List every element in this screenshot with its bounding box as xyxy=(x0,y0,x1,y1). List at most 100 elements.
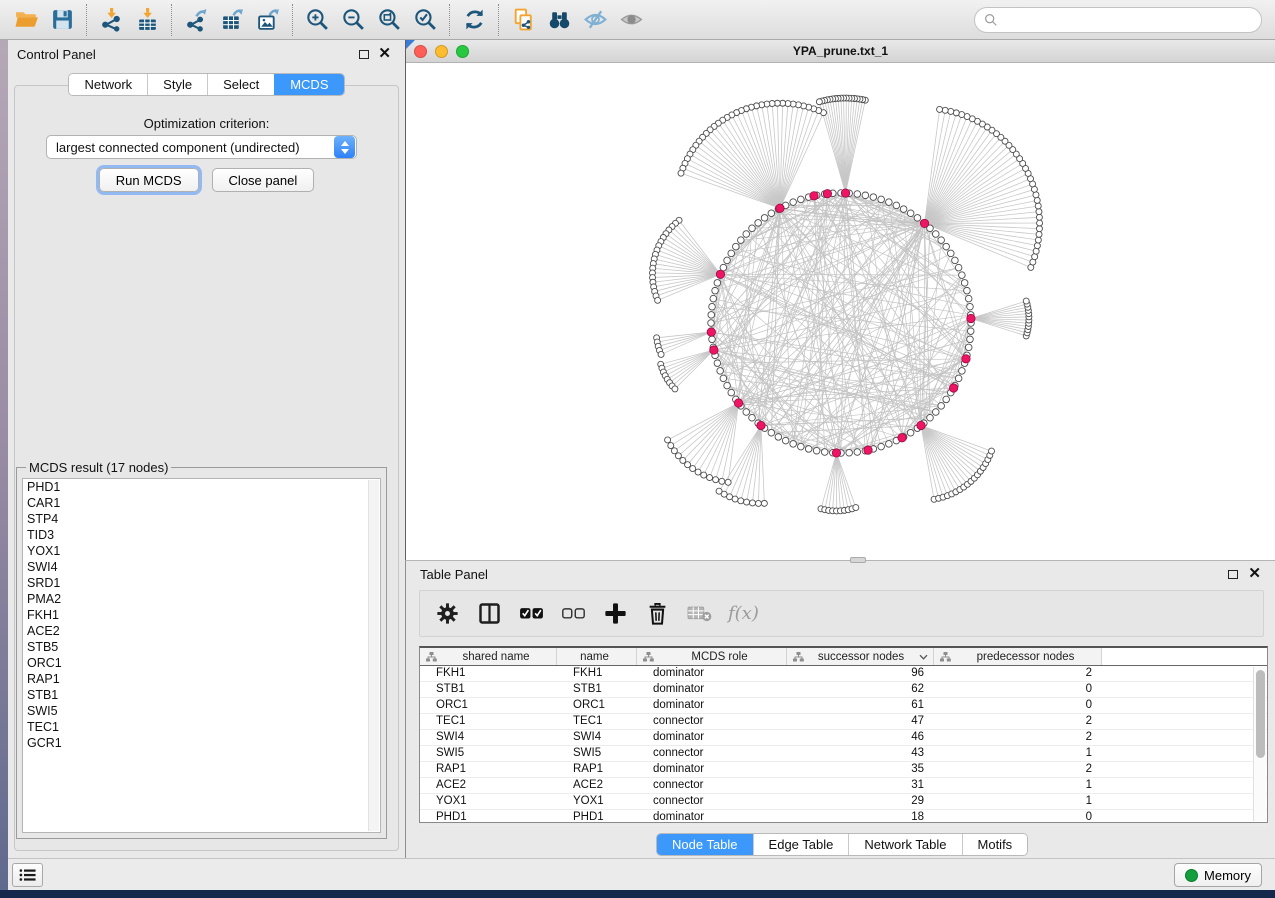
mcds-result-item[interactable]: CAR1 xyxy=(23,495,380,511)
tab-mcds[interactable]: MCDS xyxy=(274,74,343,95)
memory-button[interactable]: Memory xyxy=(1174,863,1262,887)
mcds-result-item[interactable]: STB1 xyxy=(23,687,380,703)
table-cell: 46 xyxy=(787,730,934,745)
open-file-button[interactable] xyxy=(8,4,44,36)
column-header-shared-name[interactable]: shared name xyxy=(420,648,557,665)
zoom-selected-button[interactable] xyxy=(407,4,443,36)
table-row[interactable]: SWI5SWI5connector431 xyxy=(420,746,1267,762)
run-mcds-button[interactable]: Run MCDS xyxy=(99,168,199,192)
mcds-result-item[interactable]: TID3 xyxy=(23,527,380,543)
optimization-criterion-dropdown[interactable]: largest connected component (undirected) xyxy=(46,135,357,159)
scrollbar-thumb[interactable] xyxy=(1256,670,1265,758)
zoom-out-button[interactable] xyxy=(335,4,371,36)
mcds-result-title: MCDS result (17 nodes) xyxy=(26,460,171,475)
table-tab-network-table[interactable]: Network Table xyxy=(848,834,961,855)
close-panel-button[interactable]: Close panel xyxy=(212,168,315,192)
zoom-fit-button[interactable] xyxy=(371,4,407,36)
gear-icon xyxy=(434,600,461,627)
add-column-button[interactable] xyxy=(602,600,629,627)
window-close-icon[interactable] xyxy=(414,45,427,58)
export-table-button[interactable] xyxy=(214,4,250,36)
mcds-result-item[interactable]: RAP1 xyxy=(23,671,380,687)
mcds-result-item[interactable]: STP4 xyxy=(23,511,380,527)
table-row[interactable]: RAP1RAP1dominator352 xyxy=(420,762,1267,778)
table-row[interactable]: ORC1ORC1dominator610 xyxy=(420,698,1267,714)
float-panel-icon[interactable] xyxy=(1228,570,1238,579)
import-table-button[interactable] xyxy=(129,4,165,36)
mcds-result-item[interactable]: PHD1 xyxy=(23,479,380,495)
tab-network[interactable]: Network xyxy=(69,74,147,95)
mcds-result-item[interactable]: GCR1 xyxy=(23,735,380,751)
table-tab-edge-table[interactable]: Edge Table xyxy=(753,834,849,855)
window-maximize-icon[interactable] xyxy=(456,45,469,58)
table-cell: TEC1 xyxy=(420,714,557,729)
table-cell: RAP1 xyxy=(557,762,637,777)
settings-gear-button[interactable] xyxy=(434,600,461,627)
table-row[interactable]: SWI4SWI4dominator462 xyxy=(420,730,1267,746)
table-row[interactable]: FKH1FKH1dominator962 xyxy=(420,666,1267,682)
mcds-result-list[interactable]: PHD1CAR1STP4TID3YOX1SWI4SRD1PMA2FKH1ACE2… xyxy=(22,478,381,833)
search-box[interactable] xyxy=(974,7,1262,33)
table-cell: 1 xyxy=(934,794,1102,809)
split-columns-button[interactable] xyxy=(476,600,503,627)
table-tab-motifs[interactable]: Motifs xyxy=(962,834,1028,855)
float-panel-icon[interactable] xyxy=(359,50,369,59)
close-panel-icon[interactable]: ✕ xyxy=(378,49,391,59)
select-all-button[interactable] xyxy=(518,600,545,627)
delete-column-button[interactable] xyxy=(644,600,671,627)
column-header-predecessor-nodes[interactable]: predecessor nodes xyxy=(934,648,1102,665)
table-scrollbar[interactable] xyxy=(1253,667,1266,821)
close-panel-icon[interactable]: ✕ xyxy=(1248,569,1261,579)
mcds-result-item[interactable]: YOX1 xyxy=(23,543,380,559)
mcds-result-item[interactable]: TEC1 xyxy=(23,719,380,735)
zoom-fit-icon xyxy=(377,7,402,32)
table-cell: YOX1 xyxy=(420,794,557,809)
network-canvas[interactable] xyxy=(406,63,1275,560)
table-row[interactable]: YOX1YOX1connector291 xyxy=(420,794,1267,810)
network-title: YPA_prune.txt_1 xyxy=(793,44,888,58)
mcds-result-item[interactable]: FKH1 xyxy=(23,607,380,623)
table-header: shared namenameMCDS rolesuccessor nodesp… xyxy=(420,648,1267,666)
mcds-tab-content: Optimization criterion: largest connecte… xyxy=(14,85,399,851)
network-graph[interactable] xyxy=(406,63,1274,559)
table-row[interactable]: ACE2ACE2connector311 xyxy=(420,778,1267,794)
column-header-name[interactable]: name xyxy=(557,648,637,665)
function-builder-label[interactable]: f(x) xyxy=(728,603,759,624)
search-input[interactable] xyxy=(1004,12,1252,27)
mcds-result-item[interactable]: ORC1 xyxy=(23,655,380,671)
delete-table-button[interactable] xyxy=(686,600,713,627)
export-network-button[interactable] xyxy=(178,4,214,36)
save-session-button[interactable] xyxy=(44,4,80,36)
table-row[interactable]: TEC1TEC1connector472 xyxy=(420,714,1267,730)
hide-selected-button[interactable] xyxy=(577,4,613,36)
refresh-icon xyxy=(462,7,487,32)
table-tab-node-table[interactable]: Node Table xyxy=(657,834,753,855)
mcds-result-item[interactable]: STB5 xyxy=(23,639,380,655)
table-cell: 1 xyxy=(934,746,1102,761)
import-network-button[interactable] xyxy=(93,4,129,36)
export-image-button[interactable] xyxy=(250,4,286,36)
control-panel-tabs: NetworkStyleSelectMCDS xyxy=(68,73,344,96)
mcds-result-item[interactable]: ACE2 xyxy=(23,623,380,639)
mcds-result-item[interactable]: PMA2 xyxy=(23,591,380,607)
mcds-result-item[interactable]: SWI4 xyxy=(23,559,380,575)
mcds-list-scrollbar[interactable] xyxy=(368,480,379,831)
show-all-button[interactable] xyxy=(613,4,649,36)
table-row[interactable]: STB1STB1dominator620 xyxy=(420,682,1267,698)
refresh-view-button[interactable] xyxy=(456,4,492,36)
window-minimize-icon[interactable] xyxy=(435,45,448,58)
column-header-successor-nodes[interactable]: successor nodes xyxy=(787,648,934,665)
network-window-titlebar[interactable]: YPA_prune.txt_1 xyxy=(406,40,1275,63)
mcds-result-item[interactable]: SWI5 xyxy=(23,703,380,719)
deselect-all-button[interactable] xyxy=(560,600,587,627)
show-panels-button[interactable] xyxy=(12,863,43,887)
column-header-mcds-role[interactable]: MCDS role xyxy=(637,648,787,665)
zoom-in-button[interactable] xyxy=(299,4,335,36)
tab-select[interactable]: Select xyxy=(207,74,274,95)
memory-status-icon xyxy=(1185,869,1198,882)
mcds-result-item[interactable]: SRD1 xyxy=(23,575,380,591)
first-neighbors-button[interactable] xyxy=(541,4,577,36)
table-row[interactable]: PHD1PHD1dominator180 xyxy=(420,810,1267,826)
tab-style[interactable]: Style xyxy=(147,74,207,95)
clone-network-button[interactable] xyxy=(505,4,541,36)
